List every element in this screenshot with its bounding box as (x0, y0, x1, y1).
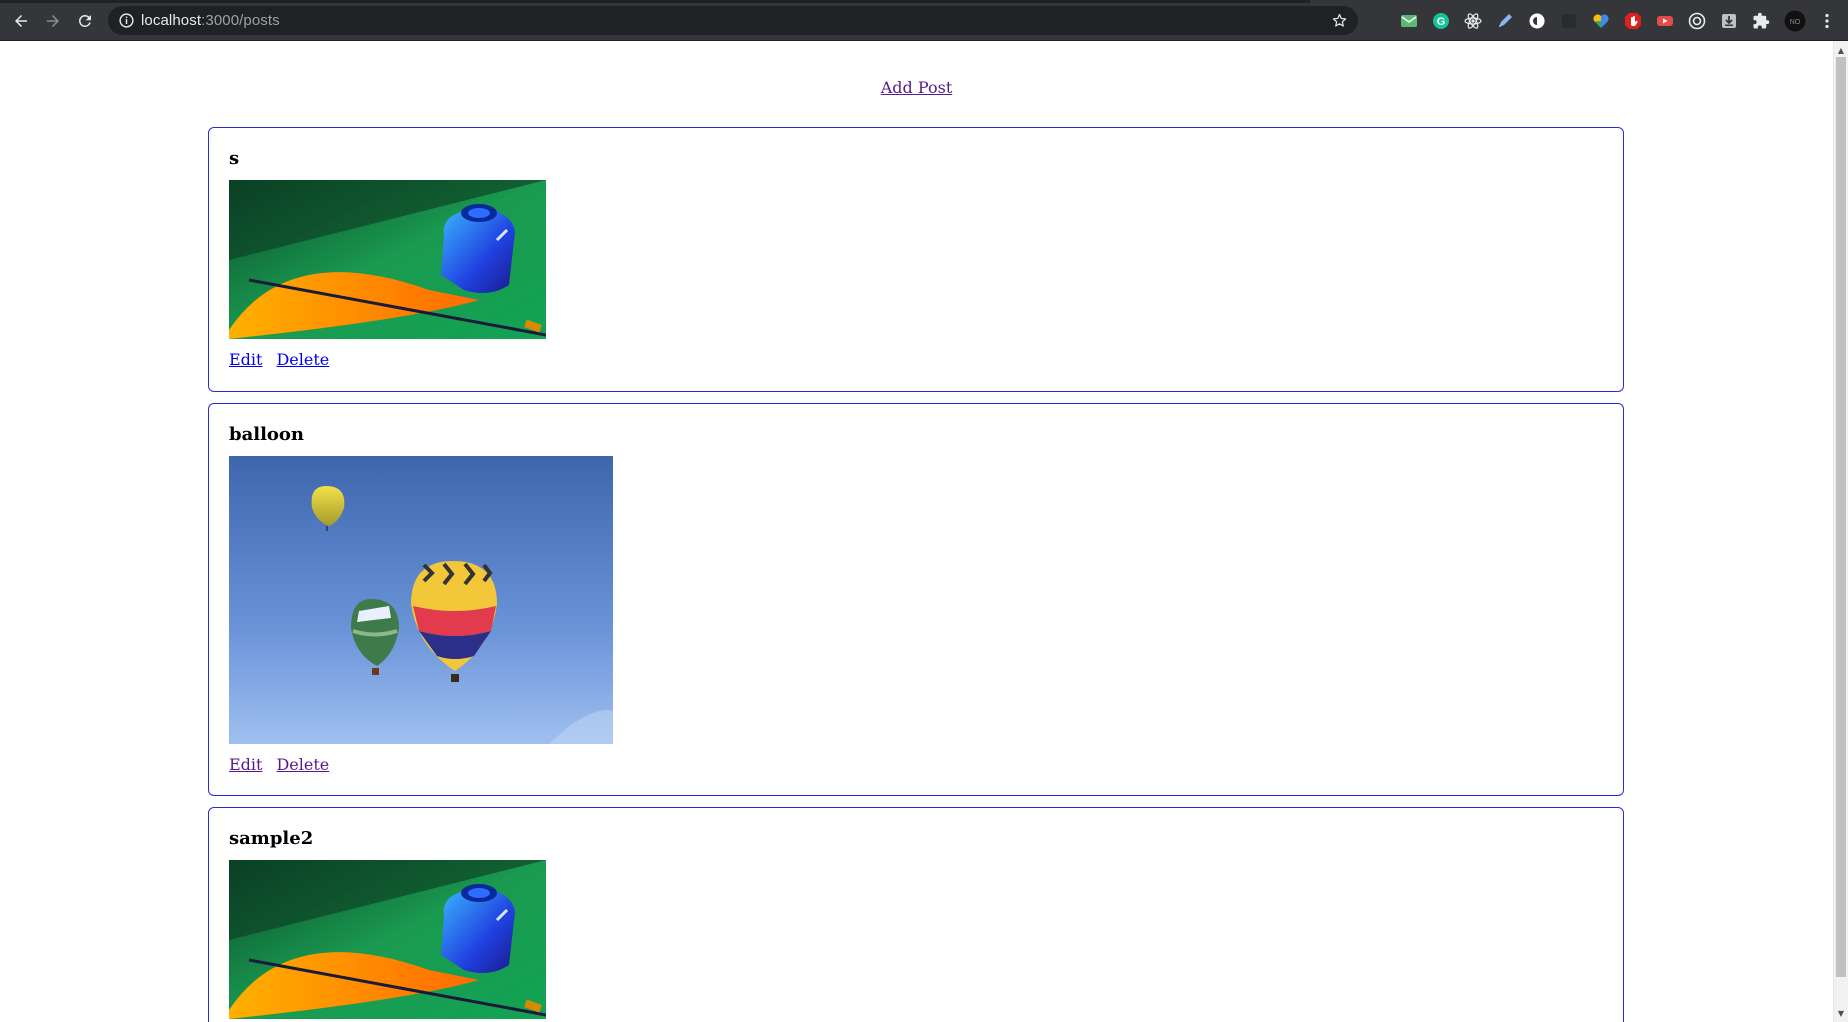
tab-strip-edge (0, 0, 1310, 3)
adblock-icon[interactable] (1624, 12, 1642, 30)
target-icon[interactable] (1688, 12, 1706, 30)
heart-icon[interactable] (1592, 12, 1610, 30)
delete-link[interactable]: Delete (276, 755, 329, 774)
post-image (229, 180, 546, 339)
mail-icon[interactable] (1400, 12, 1418, 30)
back-button[interactable] (8, 8, 34, 34)
forward-button[interactable] (40, 8, 66, 34)
arrow-right-icon (47, 15, 59, 27)
profile-avatar[interactable]: NO (1784, 10, 1806, 32)
address-bar[interactable]: localhost:3000/posts (108, 6, 1358, 35)
kebab-menu-icon[interactable] (1818, 12, 1836, 30)
video-icon[interactable] (1656, 12, 1674, 30)
scroll-down-arrow-icon[interactable]: ▼ (1834, 1006, 1848, 1020)
delete-link[interactable]: Delete (276, 350, 329, 369)
download-icon[interactable] (1720, 12, 1738, 30)
puzzle-icon[interactable] (1752, 12, 1770, 30)
edit-link[interactable]: Edit (229, 755, 262, 774)
scroll-up-arrow-icon[interactable]: ▲ (1834, 43, 1848, 57)
post-card: s Edit Delete (208, 127, 1624, 392)
browser-toolbar: localhost:3000/posts G NO (0, 0, 1848, 41)
pen-icon[interactable] (1496, 12, 1514, 30)
grammarly-icon[interactable]: G (1432, 12, 1450, 30)
hot-air-balloons-image (229, 456, 613, 744)
ink-quill-image (229, 180, 546, 339)
url-host: localhost (141, 12, 202, 29)
post-title: sample2 (229, 828, 314, 849)
react-devtools-icon[interactable] (1464, 12, 1482, 30)
bookmark-star-icon[interactable] (1331, 12, 1348, 29)
page-scrollbar[interactable]: ▲ ▼ (1833, 41, 1848, 1022)
post-card: balloon Edit Delete (208, 403, 1624, 796)
url-text[interactable]: localhost:3000/posts (141, 12, 280, 29)
edit-link[interactable]: Edit (229, 350, 262, 369)
svg-text:G: G (1437, 16, 1446, 28)
info-icon[interactable] (118, 12, 135, 29)
post-image (229, 860, 546, 1019)
reload-icon (78, 14, 91, 27)
scrollbar-thumb[interactable] (1836, 57, 1846, 977)
add-post-row: Add Post (0, 78, 1833, 97)
post-title: balloon (229, 424, 305, 445)
post-actions: Edit Delete (229, 755, 329, 774)
page-viewport: Add Post s Edit Delete balloon Edit Dele… (0, 41, 1833, 1022)
add-post-link[interactable]: Add Post (881, 78, 953, 97)
dark-icon[interactable] (1560, 12, 1578, 30)
post-image (229, 456, 613, 744)
arrow-left-icon (15, 15, 27, 27)
post-actions: Edit Delete (229, 350, 329, 369)
svg-text:NO: NO (1790, 19, 1801, 26)
circle-icon[interactable] (1528, 12, 1546, 30)
url-path: :3000/posts (201, 12, 280, 29)
post-title: s (229, 148, 240, 169)
reload-button[interactable] (72, 8, 98, 34)
ink-quill-image (229, 860, 546, 1019)
post-card: sample2 (208, 807, 1624, 1022)
